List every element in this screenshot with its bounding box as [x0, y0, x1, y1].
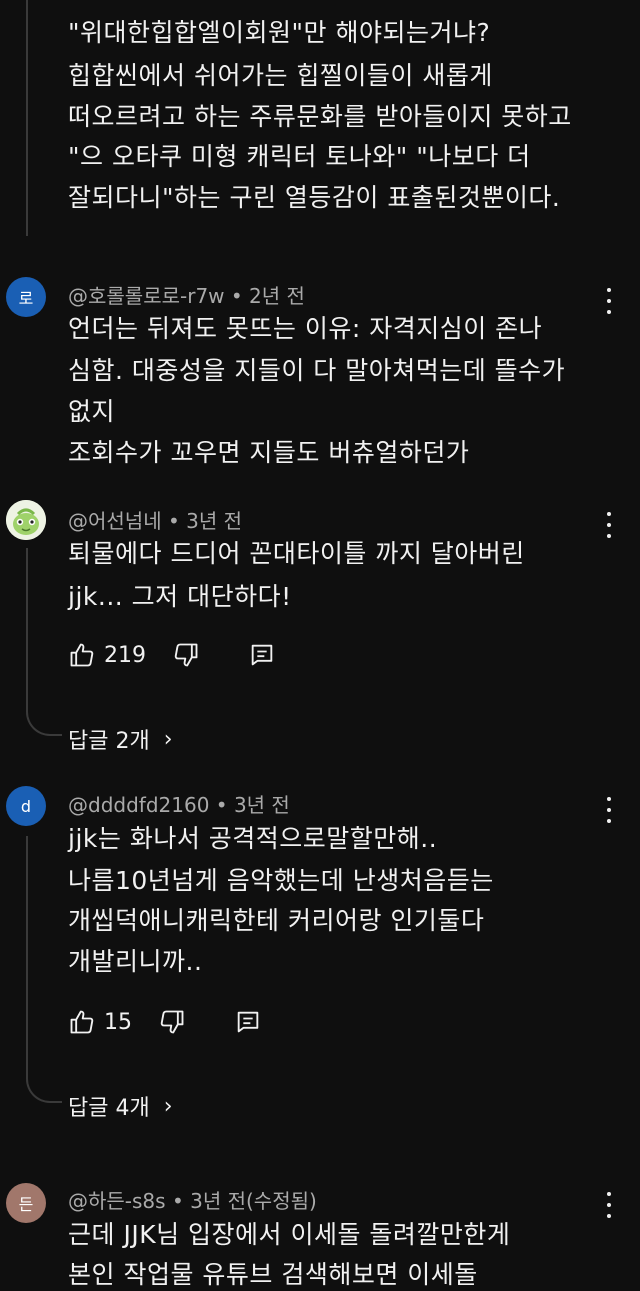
comment-text-line: 퇴물에다 드디어 꼰대타이틀 까지 달아버린	[68, 539, 525, 568]
dislike-icon[interactable]	[172, 641, 200, 669]
separator: •	[171, 1189, 184, 1213]
comment-text-line: 근데 JJK님 입장에서 이세돌 돌려깔만한게	[68, 1220, 511, 1249]
author-name[interactable]: @어선넘네	[68, 509, 162, 533]
comment-text-line: 힙합씬에서 쉬어가는 힙찔이들이 새롭게	[68, 61, 493, 90]
comment-actions: 219	[68, 640, 276, 670]
avatar[interactable]: 로	[6, 277, 46, 317]
avatar[interactable]: 든	[6, 1183, 46, 1223]
comment-text-line: 잘되다니"하는 구린 열등감이 표출된것뿐이다.	[68, 183, 561, 212]
comment-text-line: 개씹덕애니캐릭한테 커리어랑 인기둘다	[68, 906, 485, 935]
dislike-icon[interactable]	[158, 1008, 186, 1036]
thread-line	[26, 0, 28, 236]
author-name[interactable]: @ddddfd2160	[68, 793, 209, 817]
avatar-initial: 로	[18, 289, 34, 308]
comment-meta: @어선넘네 • 3년 전	[68, 505, 242, 534]
separator: •	[215, 793, 228, 817]
comment-text-line: 개발리니까..	[68, 947, 203, 976]
author-name[interactable]: @호롤롤로로-r7w	[68, 284, 225, 308]
separator: •	[230, 284, 243, 308]
comment-text-line: jjk... 그저 대단하다!	[68, 582, 292, 611]
reply-icon[interactable]	[248, 641, 276, 669]
comment-meta: @ddddfd2160 • 3년 전	[68, 789, 290, 818]
comment-text-line: 없지	[68, 397, 116, 426]
comment-text-line: 조회수가 꼬우면 지들도 버츄얼하던가	[68, 438, 470, 467]
timestamp[interactable]: 2년 전	[249, 284, 305, 308]
comment-text-line: 심함. 대중성을 지들이 다 말아쳐먹는데 뜰수가	[68, 356, 566, 385]
thread-curve	[26, 1071, 62, 1103]
replies-label: 답글 2개	[68, 729, 150, 754]
more-icon[interactable]	[600, 508, 618, 542]
timestamp[interactable]: 3년 전	[234, 793, 290, 817]
comment-text-line: 언더는 뒤져도 못뜨는 이유: 자격지심이 존나	[68, 314, 543, 343]
like-count: 219	[104, 642, 146, 668]
replies-button[interactable]: 답글 2개 ›	[68, 723, 173, 755]
replies-button[interactable]: 답글 4개 ›	[68, 1090, 173, 1122]
like-icon[interactable]	[68, 1008, 96, 1036]
reply-icon[interactable]	[234, 1008, 262, 1036]
separator: •	[167, 509, 180, 533]
thread-line	[26, 548, 28, 706]
timestamp[interactable]: 3년 전(수정됨)	[190, 1189, 317, 1213]
comment-text-line: 떠오르려고 하는 주류문화를 받아들이지 못하고	[68, 102, 572, 131]
comment-text-line: "으 오타쿠 미형 캐릭터 토나와" "나보다 더	[68, 142, 531, 171]
avatar[interactable]: d	[6, 786, 46, 826]
chevron-right-icon: ›	[163, 1093, 173, 1119]
avatar-initial: 든	[18, 1195, 34, 1214]
like-count: 15	[104, 1009, 132, 1035]
comment-text-line: 나름10년넘게 음악했는데 난생처음듣는	[68, 866, 494, 895]
comment-text-line: "위대한힙합엘이회원"만 해야되는거냐?	[68, 18, 491, 47]
thread-line	[26, 836, 28, 1072]
chevron-right-icon: ›	[163, 726, 173, 752]
thread-curve	[26, 704, 62, 736]
comment-actions: 15	[68, 1007, 262, 1037]
more-icon[interactable]	[600, 1188, 618, 1222]
avatar-initial: d	[20, 796, 32, 816]
author-name[interactable]: @하든-s8s	[68, 1189, 166, 1213]
avatar[interactable]	[6, 500, 46, 540]
avatar-character-icon	[6, 500, 46, 540]
comment-meta: @호롤롤로로-r7w • 2년 전	[68, 280, 305, 309]
like-icon[interactable]	[68, 641, 96, 669]
more-icon[interactable]	[600, 284, 618, 318]
replies-label: 답글 4개	[68, 1096, 150, 1121]
timestamp[interactable]: 3년 전	[186, 509, 242, 533]
comment-text-line: 본인 작업물 유튜브 검색해보면 이세돌	[68, 1260, 478, 1289]
comment-meta: @하든-s8s • 3년 전(수정됨)	[68, 1185, 317, 1214]
more-icon[interactable]	[600, 793, 618, 827]
comment-text-line: jjk는 화나서 공격적으로말할만해..	[68, 824, 438, 853]
